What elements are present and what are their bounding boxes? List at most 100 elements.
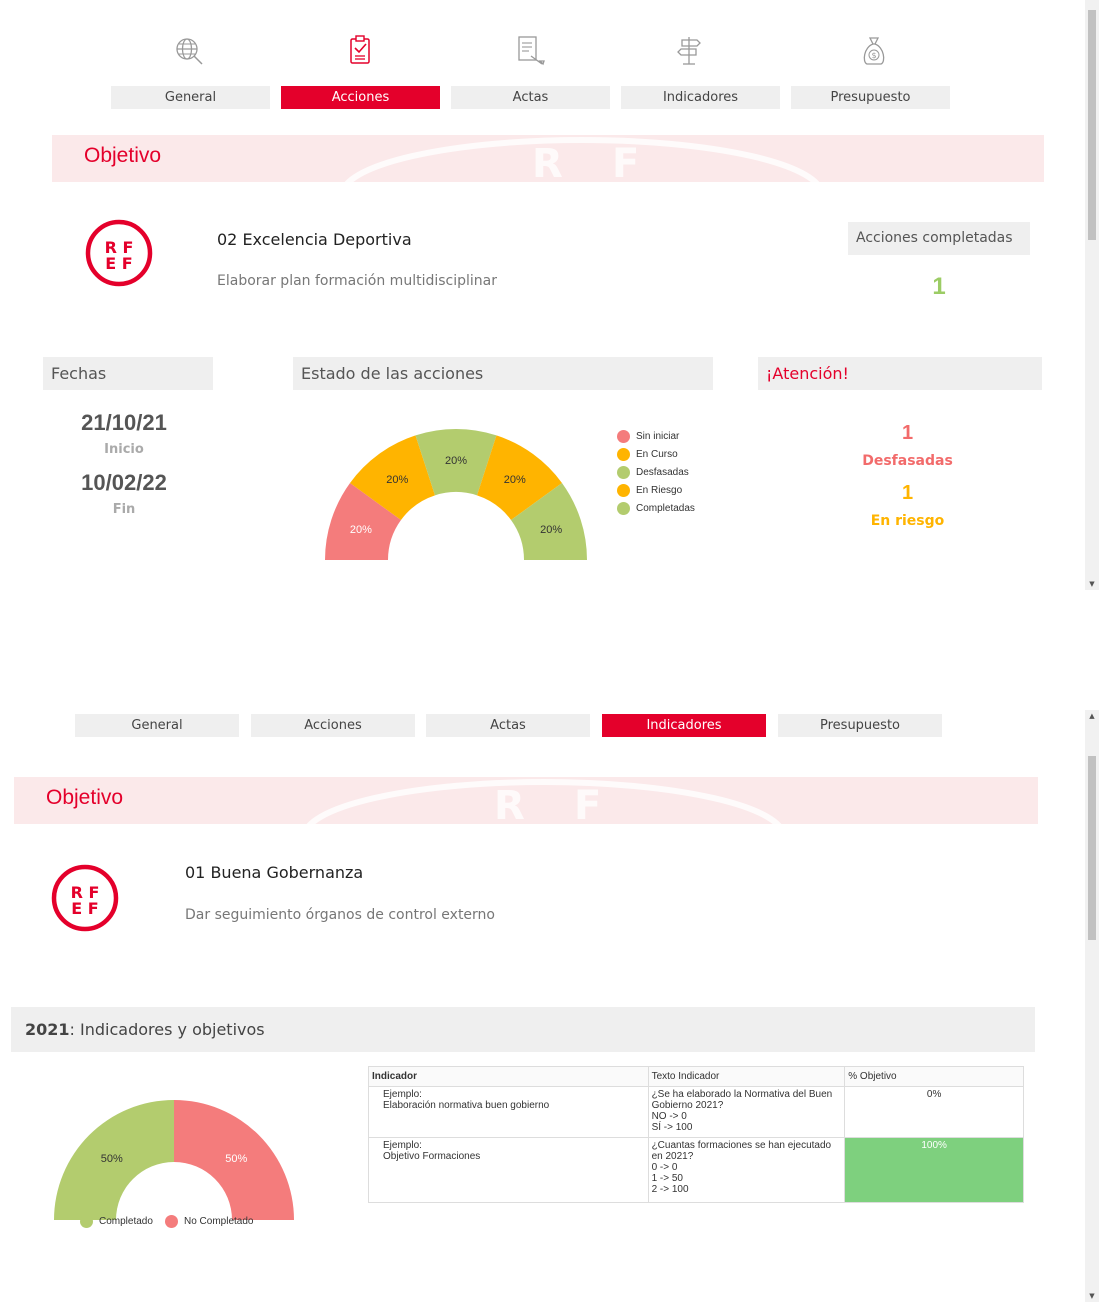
column-header-objetivo: % Objetivo xyxy=(844,1066,1024,1087)
table-row: Ejemplo: Objetivo Formaciones ¿Cuantas f… xyxy=(368,1137,1024,1203)
globe-icon[interactable] xyxy=(174,34,204,68)
scroll-down-arrow[interactable]: ▼ xyxy=(1088,1292,1096,1300)
svg-text:E F: E F xyxy=(105,254,132,273)
legend-label: Desfasadas xyxy=(636,467,689,479)
legend-swatch xyxy=(617,430,630,443)
completed-actions-value: 1 xyxy=(932,273,946,300)
table-row: Ejemplo: Elaboración normativa buen gobi… xyxy=(368,1086,1024,1138)
svg-text:R: R xyxy=(532,141,563,182)
tab-indicadores[interactable]: Indicadores xyxy=(602,714,766,737)
legend-swatch xyxy=(617,466,630,479)
indicators-table: Indicador Texto Indicador % Objetivo Eje… xyxy=(368,1066,1024,1203)
svg-text:E F: E F xyxy=(71,899,98,918)
objective-banner: R F Objetivo xyxy=(14,777,1038,824)
objective-banner: R F Objetivo xyxy=(52,135,1044,182)
cell-line: ¿Se ha elaborado la Normativa del Buen xyxy=(651,1089,833,1100)
legend-item[interactable]: En Riesgo xyxy=(617,484,682,497)
legend-item[interactable]: Sin iniciar xyxy=(617,430,679,443)
objective-title: 01 Buena Gobernanza xyxy=(185,863,364,882)
scrollbar[interactable]: ▲ ▼ xyxy=(1085,710,1099,1302)
table-header-row: Indicador Texto Indicador % Objetivo xyxy=(368,1066,1024,1087)
cell-line: 0 -> 0 xyxy=(651,1162,678,1173)
year-label: 2021 xyxy=(25,1020,70,1039)
tab-general[interactable]: General xyxy=(75,714,239,737)
tab-general[interactable]: General xyxy=(111,86,270,109)
scrollbar[interactable]: ▼ xyxy=(1085,0,1099,590)
cell-line: Objetivo Formaciones xyxy=(383,1151,481,1162)
watermark-logo: R F xyxy=(306,779,782,824)
legend-label: Completadas xyxy=(636,503,695,515)
tab-actas[interactable]: Actas xyxy=(451,86,610,109)
svg-text:R: R xyxy=(494,783,525,824)
year-indicators-header: 2021: Indicadores y objetivos xyxy=(11,1007,1035,1052)
actions-status-chart: 20% 20% 20% 20% 20% xyxy=(325,429,587,560)
legend-label: En Riesgo xyxy=(636,485,683,497)
end-date: 10/02/22 xyxy=(81,470,167,495)
svg-text:F: F xyxy=(574,783,601,824)
chart-data-label: 20% xyxy=(504,474,526,486)
legend-item[interactable]: En Curso xyxy=(617,448,678,461)
scrollbar-thumb[interactable] xyxy=(1088,756,1096,940)
status-header: Estado de las acciones xyxy=(293,357,713,390)
legend-swatch xyxy=(617,502,630,515)
acciones-panel: $ General Acciones Actas Indicadores Pre… xyxy=(0,0,1099,600)
cell-line: SÍ -> 100 xyxy=(651,1122,693,1133)
attention-header: ¡Atención! xyxy=(758,357,1042,390)
chart-data-label: 50% xyxy=(225,1153,247,1165)
chart-data-label: 20% xyxy=(540,524,562,536)
tab-acciones[interactable]: Acciones xyxy=(281,86,440,109)
year-header-text: : Indicadores y objetivos xyxy=(69,1020,265,1039)
cell-line: Gobierno 2021? xyxy=(651,1100,724,1111)
objective-title: 02 Excelencia Deportiva xyxy=(217,230,412,249)
end-date-label: Fin xyxy=(112,502,136,517)
scrollbar-thumb[interactable] xyxy=(1088,10,1096,240)
cell-line: Elaboración normativa buen gobierno xyxy=(383,1100,550,1111)
objective-subtitle: Elaborar plan formación multidisciplinar xyxy=(217,273,497,289)
desfasadas-label: Desfasadas xyxy=(862,453,953,469)
tab-acciones[interactable]: Acciones xyxy=(251,714,415,737)
objetivo-cell: 0% xyxy=(844,1086,1024,1138)
cell-line: en 2021? xyxy=(651,1151,694,1162)
indicador-cell: Ejemplo: Objetivo Formaciones xyxy=(368,1137,649,1203)
money-bag-icon[interactable]: $ xyxy=(860,34,890,68)
cell-line: Ejemplo: xyxy=(383,1140,422,1151)
signpost-icon[interactable] xyxy=(676,34,706,68)
legend-swatch xyxy=(80,1215,93,1228)
objetivo-cell: 100% xyxy=(844,1137,1024,1203)
start-date-label: Inicio xyxy=(104,442,144,457)
scroll-up-arrow[interactable]: ▲ xyxy=(1088,712,1096,720)
completed-actions-header: Acciones completadas xyxy=(848,222,1030,255)
en-riesgo-label: En riesgo xyxy=(870,513,945,529)
rfef-logo: R F E F xyxy=(51,864,119,932)
banner-title: Objetivo xyxy=(84,144,162,167)
banner-title: Objetivo xyxy=(46,786,124,809)
svg-text:$: $ xyxy=(871,51,876,60)
document-sign-icon[interactable] xyxy=(516,34,546,68)
watermark-logo: R F xyxy=(344,137,820,182)
cell-line: Ejemplo: xyxy=(383,1089,422,1100)
legend-swatch xyxy=(165,1215,178,1228)
texto-cell: ¿Cuantas formaciones se han ejecutado en… xyxy=(647,1137,846,1203)
en-riesgo-count: 1 xyxy=(901,482,914,504)
scroll-down-arrow[interactable]: ▼ xyxy=(1088,580,1096,588)
legend-item[interactable]: Completadas xyxy=(617,502,695,515)
legend-item[interactable]: No Completado xyxy=(165,1215,253,1228)
legend-label: Completado xyxy=(99,1216,153,1228)
chart-data-label: 20% xyxy=(445,455,467,467)
tab-presupuesto[interactable]: Presupuesto xyxy=(778,714,942,737)
legend-label: En Curso xyxy=(636,449,678,461)
legend-item[interactable]: Desfasadas xyxy=(617,466,689,479)
legend-label: Sin iniciar xyxy=(636,431,680,443)
chart-data-label: 50% xyxy=(101,1153,123,1165)
clipboard-check-icon[interactable] xyxy=(346,34,376,68)
rfef-logo: R F E F xyxy=(85,219,153,287)
chart-data-label: 20% xyxy=(386,474,408,486)
legend-item[interactable]: Completado xyxy=(80,1215,153,1228)
tab-indicadores[interactable]: Indicadores xyxy=(621,86,780,109)
desfasadas-count: 1 xyxy=(901,422,914,444)
cell-line: 2 -> 100 xyxy=(651,1184,689,1195)
tab-actas[interactable]: Actas xyxy=(426,714,590,737)
tab-presupuesto[interactable]: Presupuesto xyxy=(791,86,950,109)
svg-text:F: F xyxy=(612,141,639,182)
indicadores-panel: General Acciones Actas Indicadores Presu… xyxy=(0,700,1099,1302)
